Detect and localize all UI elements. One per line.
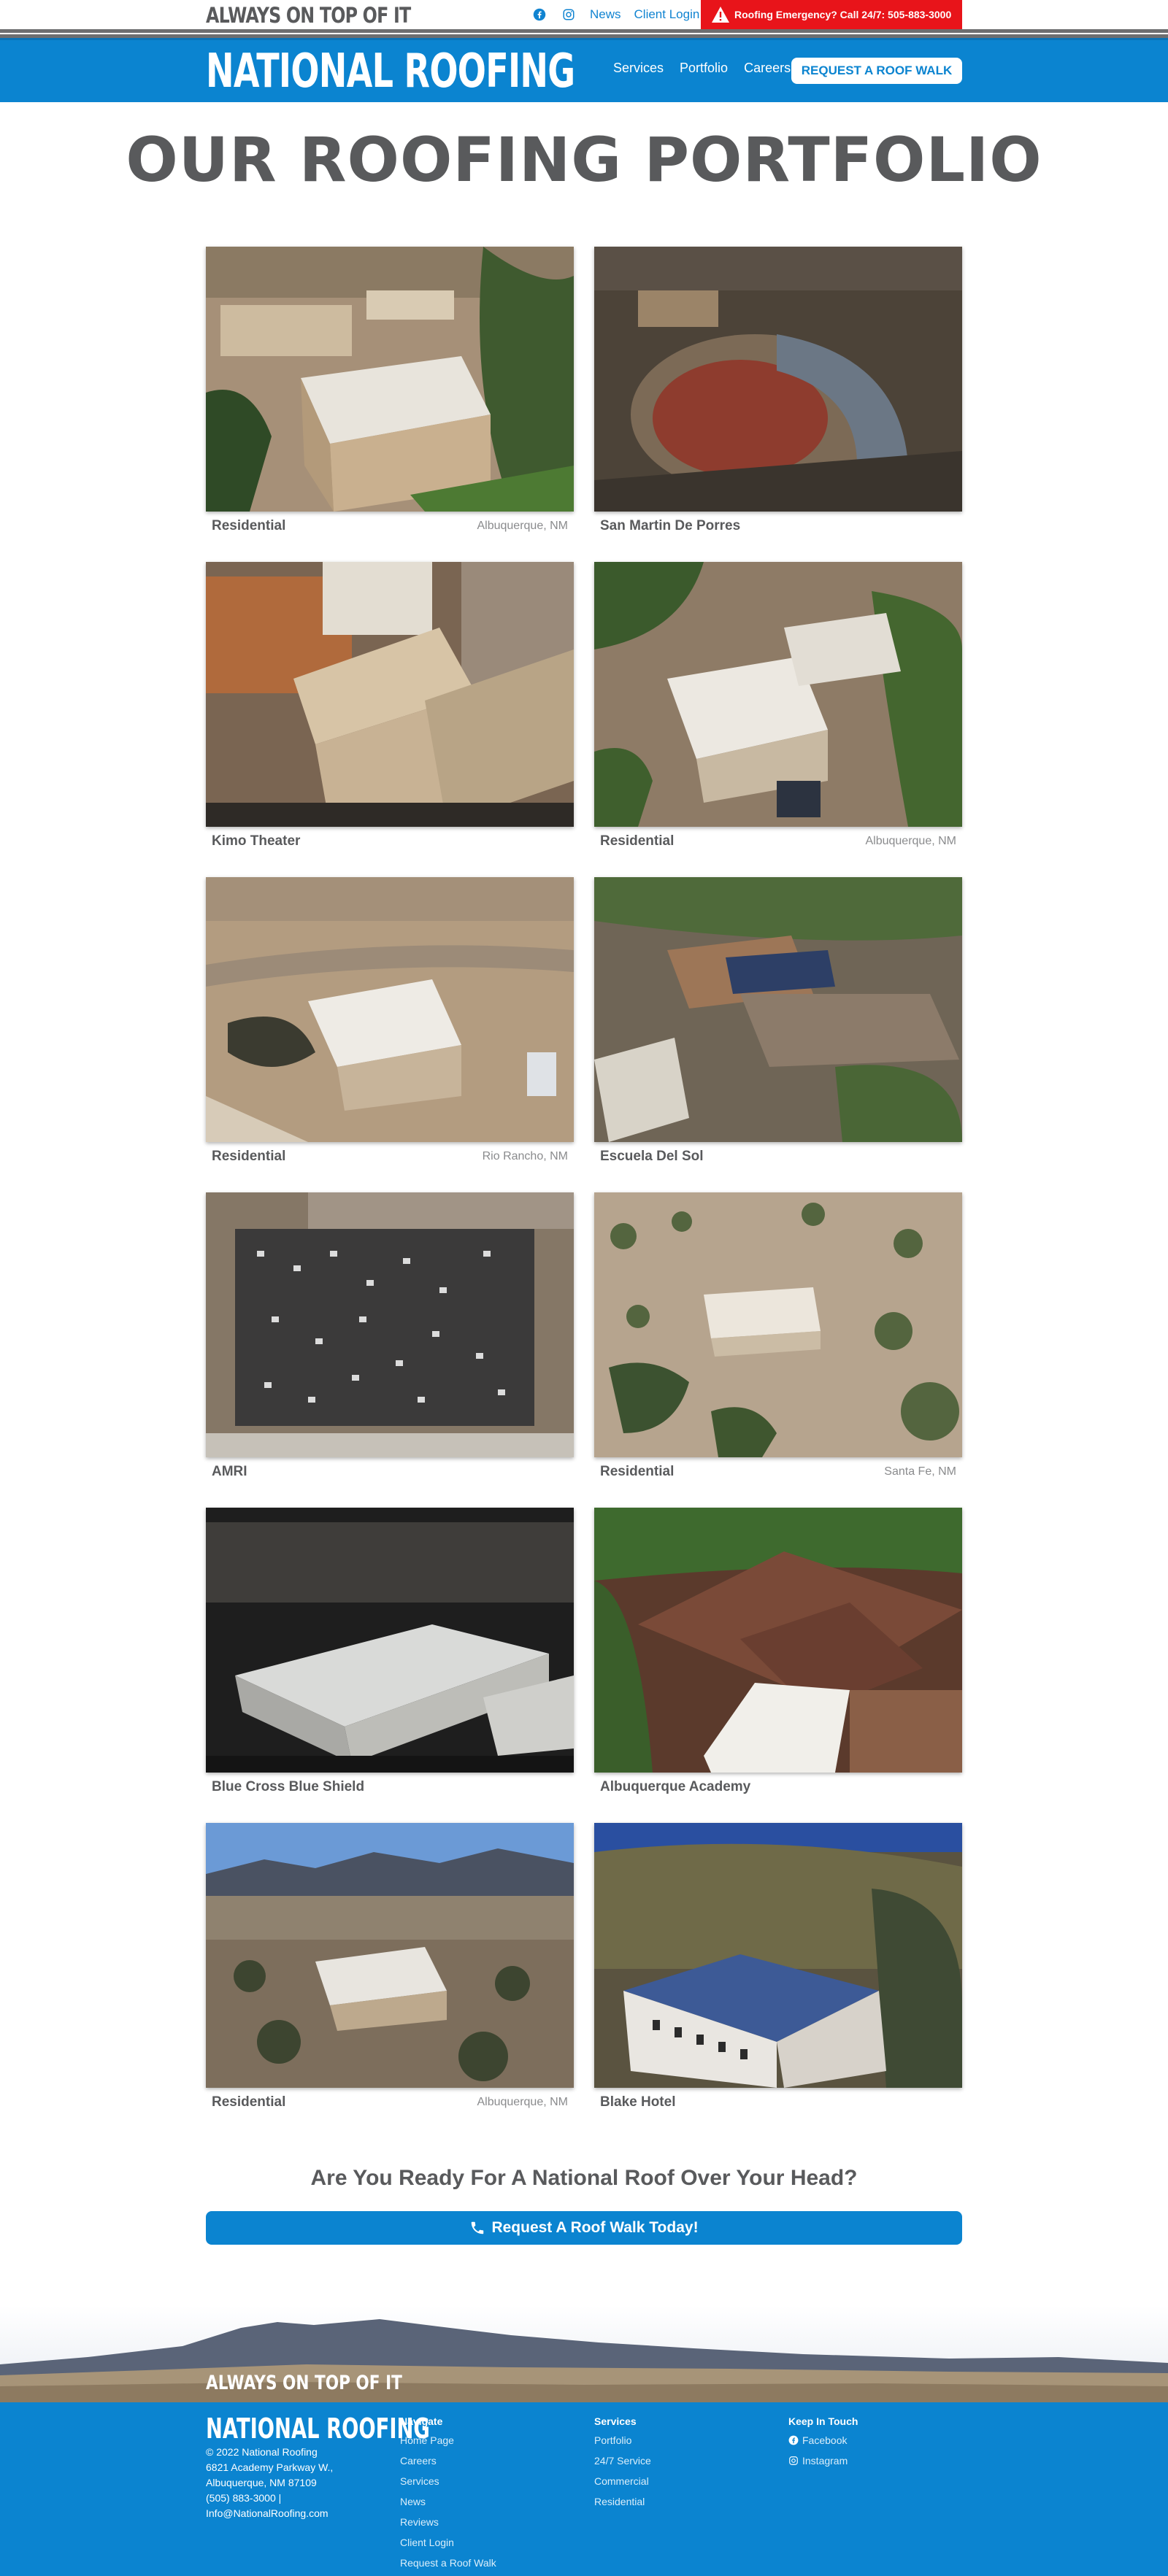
cta-question: Are You Ready For A National Roof Over Y… xyxy=(310,2166,858,2190)
footer-link-residential[interactable]: Residential xyxy=(594,2491,651,2512)
facebook-icon[interactable] xyxy=(531,7,548,23)
phone-icon xyxy=(472,2221,484,2234)
portfolio-location: Albuquerque, NM xyxy=(477,520,568,532)
portfolio-title: Blue Cross Blue Shield xyxy=(212,1779,365,1794)
portfolio-title: Residential xyxy=(600,833,675,849)
mountain-banner xyxy=(0,2306,1168,2402)
divider xyxy=(0,29,1168,38)
footer-link-facebook[interactable]: Facebook xyxy=(788,2430,858,2450)
portfolio-card: Residential Santa Fe, NM xyxy=(594,1192,962,1492)
footer-link-reviews[interactable]: Reviews xyxy=(400,2512,496,2532)
portfolio-card: Residential Albuquerque, NM xyxy=(206,247,574,546)
cta-button-label: Request A Roof Walk Today! xyxy=(491,2219,699,2236)
portfolio-title: Kimo Theater xyxy=(212,833,301,849)
portfolio-card: San Martin De Porres xyxy=(594,247,962,546)
portfolio-card: Escuela Del Sol xyxy=(594,877,962,1176)
footer-link-home[interactable]: Home Page xyxy=(400,2430,496,2450)
portfolio-photo[interactable] xyxy=(206,247,574,512)
page-title: OUR ROOFING PORTFOLIO xyxy=(126,124,1042,196)
portfolio-title: Escuela Del Sol xyxy=(600,1149,704,1164)
portfolio-photo[interactable] xyxy=(206,877,574,1142)
logo[interactable]: NATIONAL ROOFING xyxy=(206,45,575,99)
phone-number[interactable]: (505) 883-3000 | xyxy=(206,2491,333,2506)
portfolio-photo[interactable] xyxy=(594,1508,962,1773)
portfolio-card: AMRI xyxy=(206,1192,574,1492)
footer-heading: Keep In Touch xyxy=(788,2415,858,2427)
request-roof-walk-button[interactable]: REQUEST A ROOF WALK xyxy=(791,58,962,84)
facebook-label: Facebook xyxy=(802,2434,848,2446)
footer-logo[interactable]: NATIONAL ROOFING xyxy=(206,2413,430,2445)
footer-tagline: ALWAYS ON TOP OF IT xyxy=(206,2372,402,2394)
portfolio-title: Albuquerque Academy xyxy=(600,1779,751,1794)
tagline: ALWAYS ON TOP OF IT xyxy=(206,3,411,28)
portfolio-card: Blue Cross Blue Shield xyxy=(206,1508,574,1807)
instagram-icon[interactable] xyxy=(561,7,577,23)
company-info: © 2022 National Roofing 6821 Academy Par… xyxy=(206,2445,333,2521)
address-city: Albuquerque, NM 87109 xyxy=(206,2477,317,2488)
portfolio-title: Residential xyxy=(212,2094,286,2110)
instagram-label: Instagram xyxy=(802,2455,848,2467)
footer-link-services[interactable]: Services xyxy=(400,2471,496,2491)
nav-careers[interactable]: Careers xyxy=(744,61,791,76)
footer-services: Services Portfolio 24/7 Service Commerci… xyxy=(594,2415,651,2512)
copyright: © 2022 National Roofing xyxy=(206,2446,318,2458)
portfolio-photo[interactable] xyxy=(206,1823,574,2088)
portfolio-title: Residential xyxy=(212,1149,286,1164)
emergency-call-button[interactable]: Roofing Emergency? Call 24/7: 505-883-30… xyxy=(701,0,962,29)
portfolio-photo[interactable] xyxy=(206,1508,574,1773)
request-roof-walk-today-button[interactable]: Request A Roof Walk Today! xyxy=(206,2211,962,2245)
footer-link-news[interactable]: News xyxy=(400,2491,496,2512)
footer-link-client-login[interactable]: Client Login xyxy=(400,2532,496,2553)
portfolio-photo[interactable] xyxy=(206,1192,574,1457)
top-link-news[interactable]: News xyxy=(590,7,621,22)
footer: NATIONAL ROOFING © 2022 National Roofing… xyxy=(0,2402,1168,2576)
portfolio-photo[interactable] xyxy=(594,1823,962,2088)
footer-link-instagram[interactable]: Instagram xyxy=(788,2450,858,2471)
portfolio-title: Blake Hotel xyxy=(600,2094,676,2110)
warning-icon xyxy=(712,7,729,23)
footer-navigate: Navigate Home Page Careers Services News… xyxy=(400,2415,496,2573)
footer-link-careers[interactable]: Careers xyxy=(400,2450,496,2471)
top-bar: ALWAYS ON TOP OF IT News Client Login Ro… xyxy=(0,0,1168,29)
portfolio-location: Rio Rancho, NM xyxy=(482,1150,568,1162)
nav-portfolio[interactable]: Portfolio xyxy=(680,61,728,76)
emergency-text: Roofing Emergency? Call 24/7: 505-883-30… xyxy=(734,9,952,20)
portfolio-title: Residential xyxy=(600,1464,675,1479)
main-nav: NATIONAL ROOFING Services Portfolio Care… xyxy=(0,38,1168,102)
portfolio-card: Residential Albuquerque, NM xyxy=(594,562,962,861)
footer-heading: Services xyxy=(594,2415,637,2427)
nav-services[interactable]: Services xyxy=(613,61,664,76)
portfolio-card: Blake Hotel xyxy=(594,1823,962,2122)
facebook-icon xyxy=(788,2435,799,2445)
portfolio-card: Kimo Theater xyxy=(206,562,574,861)
footer-keep-in-touch: Keep In Touch Facebook Instagram xyxy=(788,2415,858,2471)
portfolio-location: Albuquerque, NM xyxy=(865,835,956,847)
footer-link-247-service[interactable]: 24/7 Service xyxy=(594,2450,651,2471)
portfolio-title: San Martin De Porres xyxy=(600,518,741,533)
portfolio-card: Residential Rio Rancho, NM xyxy=(206,877,574,1176)
top-links: News Client Login xyxy=(531,0,699,29)
footer-link-roof-walk[interactable]: Request a Roof Walk xyxy=(400,2553,496,2573)
portfolio-photo[interactable] xyxy=(206,562,574,827)
portfolio-photo[interactable] xyxy=(594,1192,962,1457)
instagram-icon xyxy=(789,2456,798,2465)
portfolio-title: Residential xyxy=(212,518,286,533)
portfolio-location: Albuquerque, NM xyxy=(477,2096,568,2108)
portfolio-location: Santa Fe, NM xyxy=(884,1465,956,1478)
portfolio-card: Albuquerque Academy xyxy=(594,1508,962,1807)
address-line: 6821 Academy Parkway W., xyxy=(206,2461,334,2473)
portfolio-title: AMRI xyxy=(212,1464,247,1479)
footer-link-commercial[interactable]: Commercial xyxy=(594,2471,651,2491)
footer-link-portfolio[interactable]: Portfolio xyxy=(594,2430,651,2450)
footer-heading: Navigate xyxy=(400,2415,443,2427)
portfolio-photo[interactable] xyxy=(594,562,962,827)
nav-links: Services Portfolio Careers xyxy=(613,61,791,76)
portfolio-photo[interactable] xyxy=(594,247,962,512)
email-address[interactable]: Info@NationalRoofing.com xyxy=(206,2506,333,2521)
portfolio-card: Residential Albuquerque, NM xyxy=(206,1823,574,2122)
top-link-client-login[interactable]: Client Login xyxy=(634,7,700,22)
portfolio-photo[interactable] xyxy=(594,877,962,1142)
